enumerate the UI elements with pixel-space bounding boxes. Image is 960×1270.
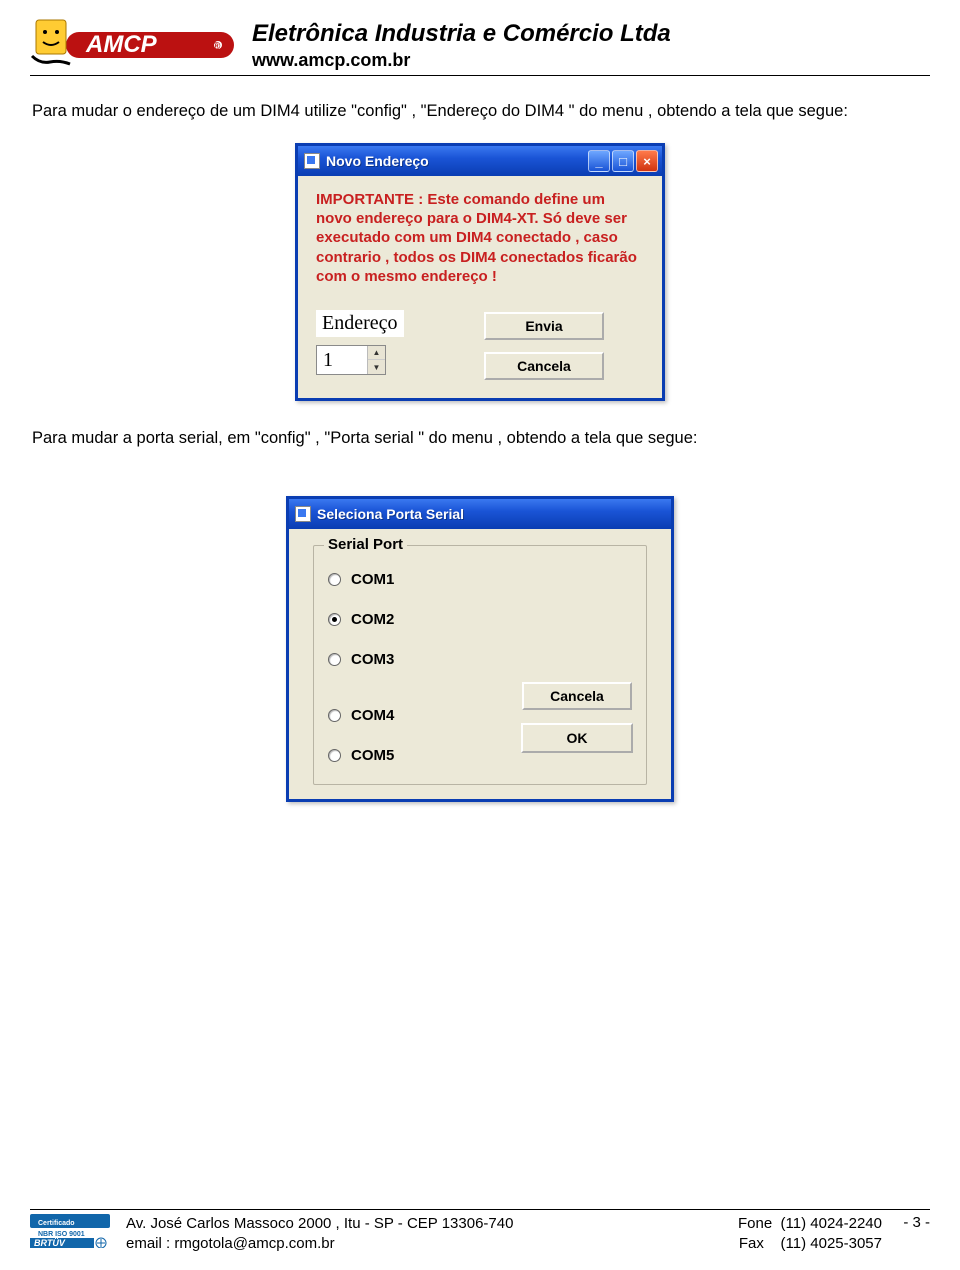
radio-com2[interactable]: COM2 [328,600,632,640]
footer-phone: Fone (11) 4024-2240 [738,1214,882,1234]
close-button[interactable]: × [636,150,658,172]
radio-icon [328,573,341,586]
app-icon [304,153,320,169]
spinner-down-icon[interactable]: ▼ [368,360,385,374]
footer-fax: Fax (11) 4025-3057 [739,1234,882,1254]
svg-text:BRTÜV: BRTÜV [34,1238,66,1248]
radio-icon [328,613,341,626]
svg-text:AMCP: AMCP [85,31,158,58]
svg-text:NBR ISO 9001: NBR ISO 9001 [38,1231,85,1238]
endereco-label: Endereço [316,310,404,337]
maximize-button[interactable]: □ [612,150,634,172]
radio-com1[interactable]: COM1 [328,560,632,600]
window2-title: Seleciona Porta Serial [317,506,667,522]
svg-text:®: ® [213,41,221,52]
warning-text: IMPORTANTE : Este comando define um novo… [316,190,644,286]
cancela-button-2[interactable]: Cancela [522,682,632,710]
app-icon [295,506,311,522]
company-name: Eletrônica Industria e Comércio Ltda [252,20,671,48]
window-novo-endereco: Novo Endereço _ □ × IMPORTANTE : Este co… [295,143,665,401]
cancela-button[interactable]: Cancela [484,352,604,380]
titlebar-2: Seleciona Porta Serial [289,499,671,529]
page-number: - 3 - [882,1214,930,1231]
footer-address: Av. José Carlos Massoco 2000 , Itu - SP … [126,1214,738,1234]
radio-label: COM2 [351,611,394,628]
minimize-button[interactable]: _ [588,150,610,172]
radio-icon [328,653,341,666]
radio-icon [328,749,341,762]
footer-email: email : rmgotola@amcp.com.br [126,1234,739,1254]
brtuv-cert-logo: Certificado NBR ISO 9001 BRTÜV [30,1214,110,1248]
radio-label: COM4 [351,707,394,724]
endereco-spinner[interactable]: 1 ▲ ▼ [316,345,386,375]
titlebar-1: Novo Endereço _ □ × [298,146,662,176]
window-seleciona-porta: Seleciona Porta Serial Serial Port COM1 … [286,496,674,802]
footer-text: Av. José Carlos Massoco 2000 , Itu - SP … [126,1214,882,1255]
radio-label: COM1 [351,571,394,588]
paragraph-2: Para mudar a porta serial, em "config" ,… [32,429,930,448]
paragraph-1: Para mudar o endereço de um DIM4 utilize… [32,102,930,121]
fieldset-legend: Serial Port [324,536,407,553]
radio-label: COM3 [351,651,394,668]
footer-divider [30,1209,930,1210]
amcp-logo: AMCP ® [30,12,240,70]
ok-button[interactable]: OK [522,724,632,752]
page-header: AMCP ® Eletrônica Industria e Comércio L… [30,12,930,71]
company-url: www.amcp.com.br [252,50,671,71]
page-footer: Certificado NBR ISO 9001 BRTÜV Av. José … [30,1209,930,1255]
endereco-value: 1 [317,346,367,374]
envia-button[interactable]: Envia [484,312,604,340]
svg-text:Certificado: Certificado [38,1220,75,1227]
header-divider [30,75,930,76]
radio-icon [328,709,341,722]
window1-title: Novo Endereço [326,153,582,169]
radio-com3[interactable]: COM3 [328,640,632,680]
radio-label: COM5 [351,747,394,764]
company-block: Eletrônica Industria e Comércio Ltda www… [252,12,671,71]
spinner-up-icon[interactable]: ▲ [368,346,385,361]
serial-port-fieldset: Serial Port COM1 COM2 COM3 COM4 [313,545,647,785]
